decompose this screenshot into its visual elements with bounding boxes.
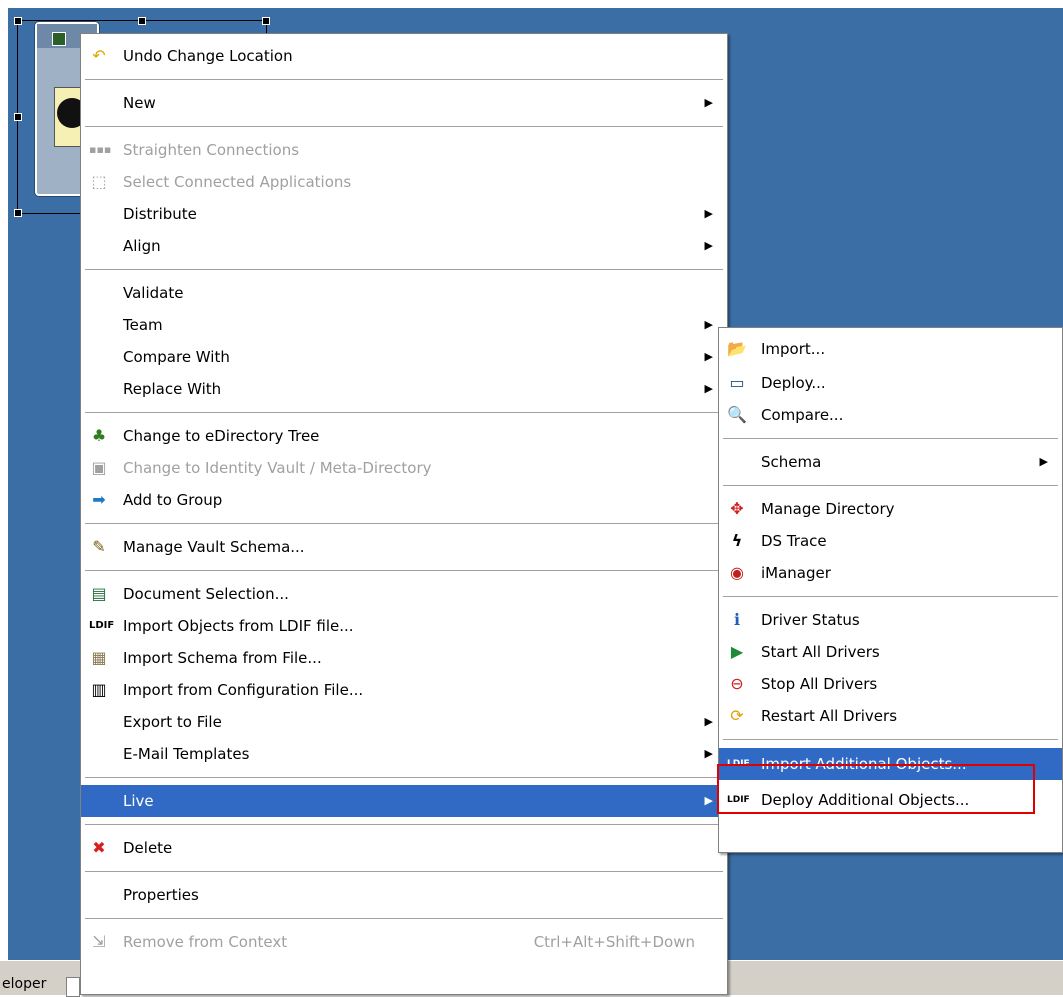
submenu-arrow-icon: ▶ xyxy=(704,96,713,109)
submenu-item-driver-status[interactable]: ℹ Driver Status xyxy=(719,604,1062,636)
menu-separator xyxy=(85,79,723,80)
submenu-item-manage-directory[interactable]: ✥ Manage Directory xyxy=(719,493,1062,525)
undo-icon: ↶ xyxy=(92,46,106,65)
menu-item-remove-from-context: ⇲ Remove from Context Ctrl+Alt+Shift+Dow… xyxy=(81,926,727,958)
menu-separator xyxy=(85,824,723,825)
submenu-arrow-icon: ▶ xyxy=(704,350,713,363)
vault-icon: ▣ xyxy=(91,458,107,477)
trace-icon: ϟ xyxy=(731,531,743,550)
menu-separator xyxy=(85,412,723,413)
menu-item-new[interactable]: New ▶ xyxy=(81,87,727,119)
menu-separator xyxy=(85,126,723,127)
schema-icon: ✎ xyxy=(92,537,106,556)
info-icon: ℹ xyxy=(733,610,741,629)
resize-handle[interactable] xyxy=(14,209,22,217)
delete-icon: ✖ xyxy=(92,838,106,857)
imanager-icon: ◉ xyxy=(730,563,744,582)
play-icon: ▶ xyxy=(730,642,744,661)
menu-separator xyxy=(85,523,723,524)
menu-separator xyxy=(85,570,723,571)
submenu-arrow-icon: ▶ xyxy=(704,382,713,395)
menu-item-change-to-edirectory-tree[interactable]: ♣ Change to eDirectory Tree xyxy=(81,420,727,452)
compare-icon: 🔍 xyxy=(727,405,747,424)
menu-separator xyxy=(723,438,1058,439)
menu-item-straighten-connections: ▪▪▪ Straighten Connections xyxy=(89,141,300,159)
status-label: eloper xyxy=(2,976,47,992)
submenu-item-restart-all-drivers[interactable]: ⟳ Restart All Drivers xyxy=(719,700,1062,732)
menu-separator xyxy=(85,777,723,778)
submenu-arrow-icon: ▶ xyxy=(704,207,713,220)
submenu-item-ds-trace[interactable]: ϟ DS Trace xyxy=(719,525,1062,557)
menu-item-import-objects-from-ldif[interactable]: LDIF Import Objects from LDIF file... xyxy=(81,610,727,642)
menu-item-validate[interactable]: Validate xyxy=(81,277,727,309)
menu-item-change-to-identity-vault: ▣ Change to Identity Vault / Meta-Direct… xyxy=(81,452,727,484)
submenu-item-compare[interactable]: 🔍 Compare... xyxy=(719,399,1062,431)
config-file-icon: ▥ xyxy=(91,680,107,699)
deploy-icon: ▭ xyxy=(729,373,745,392)
menu-separator xyxy=(723,596,1058,597)
connections-icon: ▪▪▪ xyxy=(89,143,112,156)
resize-handle[interactable] xyxy=(14,113,22,121)
menu-separator xyxy=(723,739,1058,740)
shortcut-label: Ctrl+Alt+Shift+Down xyxy=(533,933,695,951)
submenu-item-stop-all-drivers[interactable]: ⊖ Stop All Drivers xyxy=(719,668,1062,700)
menu-item-replace-with[interactable]: Replace With ▶ xyxy=(81,373,727,405)
menu-item-document-selection[interactable]: ▤ Document Selection... xyxy=(81,578,727,610)
menu-item-live[interactable]: Live ▶ xyxy=(81,785,727,817)
selection-icon: ⬚ xyxy=(91,172,107,191)
ldif-icon: LDIF xyxy=(89,620,115,631)
context-menu: ↶ Undo Change Location New ▶ ▪▪▪ Straigh… xyxy=(80,33,728,995)
submenu-item-schema[interactable]: Schema ▶ xyxy=(719,446,1062,478)
menu-item-import-schema-from-file[interactable]: ▦ Import Schema from File... xyxy=(81,642,727,674)
menu-item-import-from-configuration-file[interactable]: ▥ Import from Configuration File... xyxy=(81,674,727,706)
submenu-arrow-icon: ▶ xyxy=(704,239,713,252)
add-group-icon: ➡ xyxy=(92,490,106,509)
menu-separator xyxy=(85,871,723,872)
menu-item-add-to-group[interactable]: ➡ Add to Group xyxy=(81,484,727,516)
menu-item-delete[interactable]: ✖ Delete xyxy=(81,832,727,864)
node-icon xyxy=(52,32,66,46)
submenu-item-start-all-drivers[interactable]: ▶ Start All Drivers xyxy=(719,636,1062,668)
submenu-arrow-icon: ▶ xyxy=(704,794,713,807)
menu-item-undo-change-location[interactable]: ↶ Undo Change Location xyxy=(81,40,727,72)
import-schema-icon: ▦ xyxy=(91,648,107,667)
menu-item-email-templates[interactable]: E-Mail Templates ▶ xyxy=(81,738,727,770)
menu-item-align[interactable]: Align ▶ xyxy=(81,230,727,262)
submenu-item-import[interactable]: 📂 Import... xyxy=(719,333,1062,365)
submenu-item-deploy[interactable]: ▭ Deploy... xyxy=(719,367,1062,399)
restart-icon: ⟳ xyxy=(730,706,744,725)
manage-directory-icon: ✥ xyxy=(730,499,744,518)
submenu-arrow-icon: ▶ xyxy=(704,747,713,760)
menu-item-distribute[interactable]: Distribute ▶ xyxy=(81,198,727,230)
document-icon: ▤ xyxy=(91,584,107,603)
resize-handle[interactable] xyxy=(14,17,22,25)
submenu-arrow-icon: ▶ xyxy=(1039,455,1048,468)
menu-separator xyxy=(723,485,1058,486)
resize-handle[interactable] xyxy=(138,17,146,25)
menu-separator xyxy=(85,918,723,919)
submenu-arrow-icon: ▶ xyxy=(704,715,713,728)
menu-item-export-to-file[interactable]: Export to File ▶ xyxy=(81,706,727,738)
menu-item-compare-with[interactable]: Compare With ▶ xyxy=(81,341,727,373)
callout-highlight-box xyxy=(717,764,1035,814)
resize-handle[interactable] xyxy=(262,17,270,25)
menu-separator xyxy=(85,269,723,270)
submenu-arrow-icon: ▶ xyxy=(704,318,713,331)
submenu-item-imanager[interactable]: ◉ iManager xyxy=(719,557,1062,589)
menu-item-manage-vault-schema[interactable]: ✎ Manage Vault Schema... xyxy=(81,531,727,563)
tree-icon: ♣ xyxy=(91,426,107,445)
stop-icon: ⊖ xyxy=(730,674,744,693)
remove-icon: ⇲ xyxy=(92,932,106,951)
status-box xyxy=(66,977,80,997)
menu-item-properties[interactable]: Properties xyxy=(81,879,727,911)
menu-item-team[interactable]: Team ▶ xyxy=(81,309,727,341)
folder-open-icon: 📂 xyxy=(727,339,747,358)
menu-item-select-connected-applications: ⬚ Select Connected Applications xyxy=(81,166,727,198)
